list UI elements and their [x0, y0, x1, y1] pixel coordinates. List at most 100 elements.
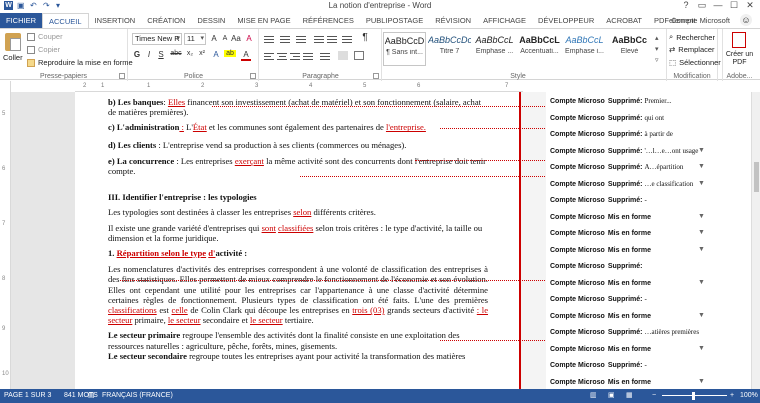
tab-developpeur[interactable]: DÉVELOPPEUR [532, 13, 600, 28]
document-body[interactable]: b) Les banques: Elles financent son inve… [108, 97, 488, 366]
strikethrough-button[interactable]: abc [169, 50, 183, 57]
print-layout-icon[interactable]: ▣ [608, 389, 615, 403]
replace-button[interactable]: ⇄ Remplacer [669, 45, 715, 54]
scrollbar-thumb[interactable] [754, 162, 759, 192]
tab-publipostage[interactable]: PUBLIPOSTAGE [360, 13, 429, 28]
subscript-button[interactable]: x₂ [185, 50, 195, 57]
expand-arrow-icon[interactable]: ▼ [698, 229, 705, 236]
style-eleve[interactable]: AaBbCc Élevé [608, 32, 651, 66]
expand-arrow-icon[interactable]: ▼ [698, 163, 705, 170]
expand-arrow-icon[interactable]: ▼ [698, 180, 705, 187]
copy-button[interactable]: Copier [27, 45, 60, 54]
ribbon-display-button[interactable]: ▭ [694, 0, 710, 11]
tab-references[interactable]: RÉFÉRENCES [297, 13, 360, 28]
revision-balloon[interactable]: Compte Microso Mis en forme [550, 278, 710, 289]
cut-button[interactable]: Couper [27, 32, 63, 41]
revision-balloon[interactable]: Compte Microso Supprimé: qui ont [550, 113, 710, 124]
style-emphase[interactable]: AaBbCcL Emphase ... [473, 32, 516, 66]
revision-balloon[interactable]: Compte Microso Mis en forme [550, 377, 710, 388]
tab-affichage[interactable]: AFFICHAGE [477, 13, 532, 28]
smiley-icon[interactable]: ☺ [740, 14, 752, 26]
numbering-icon[interactable] [280, 34, 290, 43]
revision-balloon[interactable]: Compte Microso Supprimé: Premier... [550, 96, 710, 107]
font-color-button[interactable]: A [241, 50, 251, 61]
increase-indent-icon[interactable] [327, 34, 337, 43]
maximize-button[interactable]: ☐ [726, 0, 742, 11]
italic-button[interactable]: I [144, 50, 154, 59]
close-button[interactable]: ✕ [742, 0, 758, 11]
style-emphase-intense[interactable]: AaBbCcL Emphase i... [563, 32, 606, 66]
dialog-launcher-icon[interactable] [250, 73, 256, 79]
web-layout-icon[interactable]: ▦ [626, 389, 633, 403]
tab-creation[interactable]: CRÉATION [141, 13, 191, 28]
create-pdf-button[interactable]: Créer un PDF [721, 51, 758, 67]
multilevel-list-icon[interactable] [296, 34, 306, 43]
pdf-icon[interactable] [732, 32, 746, 48]
highlight-button[interactable]: ab [224, 50, 236, 57]
expand-arrow-icon[interactable]: ▼ [698, 312, 705, 319]
expand-arrow-icon[interactable]: ▼ [698, 213, 705, 220]
read-mode-icon[interactable]: ▥ [590, 389, 597, 403]
tab-acrobat[interactable]: ACROBAT [600, 13, 648, 28]
paste-button[interactable]: Coller [3, 53, 23, 62]
horizontal-ruler[interactable]: 2 1 1 2 3 4 5 6 7 [75, 81, 523, 92]
grow-font-button[interactable]: A [209, 34, 219, 43]
revision-balloon[interactable]: Compte Microso Mis en forme [550, 228, 710, 239]
expand-arrow-icon[interactable]: ▼ [698, 147, 705, 154]
zoom-in-button[interactable]: + [730, 389, 734, 403]
revision-balloon[interactable]: Compte Microso Supprimé: - [550, 294, 710, 305]
show-formatting-button[interactable]: ¶ [360, 32, 370, 43]
tab-accueil[interactable]: ACCUEIL [42, 13, 89, 28]
revision-balloon[interactable]: Compte Microso Mis en forme [550, 344, 710, 355]
shrink-font-button[interactable]: A [220, 35, 230, 42]
tab-dessin[interactable]: DESSIN [191, 13, 231, 28]
style-titre-7[interactable]: AaBbCcDo Titre 7 [428, 32, 471, 66]
change-case-button[interactable]: Aa [231, 34, 241, 43]
vertical-scrollbar[interactable] [751, 92, 760, 389]
superscript-button[interactable]: x² [197, 50, 207, 57]
text-effects-button[interactable]: A [211, 50, 221, 59]
tab-fichier[interactable]: FICHIER [0, 13, 42, 28]
page-indicator[interactable]: PAGE 1 SUR 3 [4, 389, 51, 403]
clear-format-button[interactable]: A [244, 34, 254, 43]
revision-balloon[interactable]: Compte Microso Supprimé: A…épartition [550, 162, 710, 173]
revision-balloon[interactable]: Compte Microso Supprimé: - [550, 195, 710, 206]
sort-icon[interactable] [342, 34, 352, 43]
revision-balloon[interactable]: Compte Microso Supprimé: [550, 261, 710, 272]
align-left-icon[interactable] [264, 51, 274, 60]
revision-balloon[interactable]: Compte Microso Supprimé: …atières première… [550, 327, 710, 338]
paste-icon[interactable] [5, 33, 21, 51]
account-name[interactable]: Compte Microsoft [671, 13, 730, 28]
justify-icon[interactable] [303, 51, 313, 60]
help-button[interactable]: ? [678, 0, 694, 11]
align-right-icon[interactable] [290, 51, 300, 60]
expand-arrow-icon[interactable]: ▼ [698, 378, 705, 385]
font-size-combo[interactable]: 11 [184, 33, 206, 45]
dialog-launcher-icon[interactable] [119, 73, 125, 79]
revision-balloon[interactable]: Compte Microso Supprimé: à partir de [550, 129, 710, 140]
expand-arrow-icon[interactable]: ▼ [698, 246, 705, 253]
decrease-indent-icon[interactable] [314, 34, 324, 43]
revision-balloon[interactable]: Compte Microso Mis en forme [550, 245, 710, 256]
find-button[interactable]: ⌕ Rechercher [669, 32, 715, 42]
revision-balloon[interactable]: Compte Microso Mis en forme [550, 311, 710, 322]
shading-icon[interactable] [338, 51, 348, 60]
tab-mise-en-page[interactable]: MISE EN PAGE [231, 13, 296, 28]
expand-arrow-icon[interactable]: ▼ [698, 279, 705, 286]
zoom-slider-knob[interactable] [692, 392, 695, 400]
proofing-icon[interactable]: ▤ [88, 389, 95, 403]
expand-arrow-icon[interactable]: ▼ [698, 345, 705, 352]
language-indicator[interactable]: FRANÇAIS (FRANCE) [102, 389, 173, 403]
style-accentuation[interactable]: AaBbCcL Accentuati... [518, 32, 561, 66]
styles-scroll-icon[interactable]: ▴ ▾ ▿ [655, 33, 659, 66]
zoom-level[interactable]: 100% [740, 389, 758, 403]
borders-icon[interactable] [354, 51, 364, 60]
minimize-button[interactable]: — [710, 0, 726, 11]
zoom-out-button[interactable]: − [652, 389, 656, 403]
font-name-combo[interactable]: Times New R [132, 33, 182, 45]
align-center-icon[interactable] [277, 51, 287, 60]
select-button[interactable]: ⬚ Sélectionner [669, 58, 721, 67]
bullets-icon[interactable] [264, 34, 274, 43]
tab-insertion[interactable]: INSERTION [89, 13, 142, 28]
revision-balloon[interactable]: Compte Microso Supprimé: …e classification [550, 179, 710, 190]
